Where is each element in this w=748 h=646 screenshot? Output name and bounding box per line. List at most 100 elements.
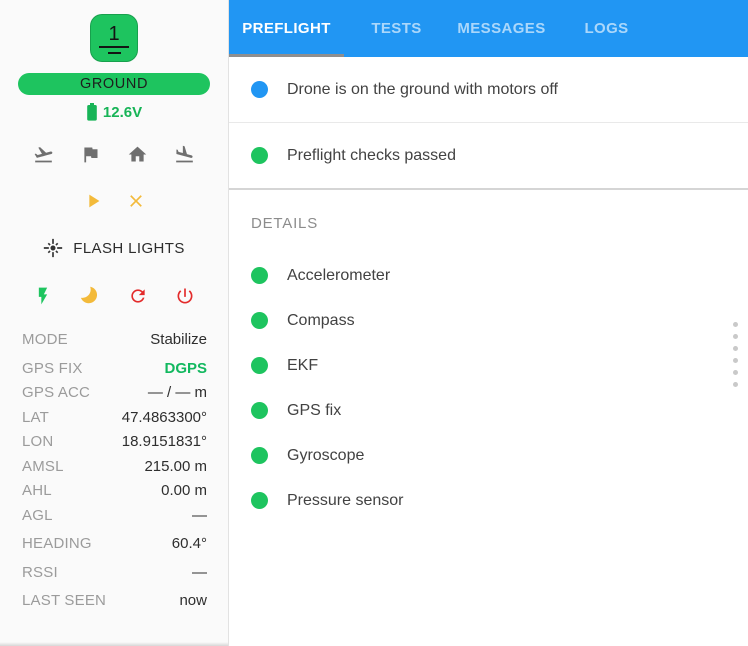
telemetry-table: MODE Stabilize GPS FIX DGPS GPS ACC — / … xyxy=(0,328,228,614)
home-icon xyxy=(128,146,147,162)
details-list: Accelerometer Compass EKF GPS fix Gyrosc… xyxy=(229,253,748,523)
check-dot-green xyxy=(251,357,268,374)
power-icon xyxy=(177,288,193,304)
flash-lights-button[interactable]: FLASH LIGHTS xyxy=(43,238,185,258)
status-badge[interactable]: GROUND xyxy=(18,73,210,95)
telemetry-value: 0.00 m xyxy=(161,482,207,499)
battery-icon xyxy=(87,103,97,121)
status-summary: Drone is on the ground with motors off P… xyxy=(229,57,748,190)
flight-takeoff-icon xyxy=(34,147,53,163)
status-dot-blue xyxy=(251,81,268,98)
status-dot-green xyxy=(251,147,268,164)
lightning-icon xyxy=(38,287,48,305)
detail-label: Pressure sensor xyxy=(287,491,404,509)
telemetry-value: Stabilize xyxy=(150,331,207,348)
detail-item-ekf[interactable]: EKF xyxy=(229,343,748,388)
telemetry-row-gps-fix: GPS FIX DGPS xyxy=(22,357,207,382)
detail-item-accelerometer[interactable]: Accelerometer xyxy=(229,253,748,298)
telemetry-label: RSSI xyxy=(22,563,58,581)
cancel-icon xyxy=(130,195,142,207)
detail-item-gyroscope[interactable]: Gyroscope xyxy=(229,433,748,478)
telemetry-label: AMSL xyxy=(22,457,64,475)
scroll-dot xyxy=(733,346,738,351)
flash-button[interactable] xyxy=(33,286,53,306)
check-dot-green xyxy=(251,402,268,419)
drone-sidebar: 1 GROUND 12.6V FLASH LIGHTS MODE Stabili… xyxy=(0,0,229,646)
check-dot-green xyxy=(251,312,268,329)
telemetry-label: MODE xyxy=(22,331,68,348)
moon-icon xyxy=(81,286,98,304)
detail-item-pressure-sensor[interactable]: Pressure sensor xyxy=(229,478,748,523)
detail-label: EKF xyxy=(287,356,319,374)
status-row-motors[interactable]: Drone is on the ground with motors off xyxy=(229,57,748,123)
refresh-icon xyxy=(130,289,145,303)
tab-logs[interactable]: LOGS xyxy=(554,0,659,57)
telemetry-label: LAT xyxy=(22,408,49,426)
telemetry-label: LON xyxy=(22,433,54,450)
takeoff-button[interactable] xyxy=(33,144,54,165)
detail-item-gps-fix[interactable]: GPS fix xyxy=(229,388,748,433)
telemetry-row-agl: AGL — xyxy=(22,504,207,529)
telemetry-value: — xyxy=(192,563,207,581)
telemetry-value: DGPS xyxy=(164,359,207,377)
telemetry-label: LAST SEEN xyxy=(22,592,107,609)
tab-preflight[interactable]: PREFLIGHT xyxy=(229,0,344,57)
detail-label: Accelerometer xyxy=(287,266,391,284)
telemetry-row-amsl: AMSL 215.00 m xyxy=(22,455,207,480)
telemetry-value: — / — m xyxy=(147,384,207,401)
status-row-preflight[interactable]: Preflight checks passed xyxy=(229,123,748,190)
detail-label: Gyroscope xyxy=(287,446,365,464)
return-home-button[interactable] xyxy=(127,144,148,165)
status-text: Preflight checks passed xyxy=(287,146,456,164)
telemetry-row-ahl: AHL 0.00 m xyxy=(22,479,207,504)
telemetry-row-lat: LAT 47.4863300° xyxy=(22,406,207,431)
telemetry-label: HEADING xyxy=(22,535,92,552)
sleep-button[interactable] xyxy=(80,286,100,306)
play-icon xyxy=(89,194,100,208)
land-button[interactable] xyxy=(174,144,195,165)
mission-control-row xyxy=(0,190,228,212)
telemetry-label: AHL xyxy=(22,482,52,499)
scroll-dot xyxy=(733,370,738,375)
drone-id: 1 xyxy=(99,23,129,48)
tab-tests[interactable]: TESTS xyxy=(344,0,449,57)
detail-item-compass[interactable]: Compass xyxy=(229,298,748,343)
telemetry-row-last-seen: LAST SEEN now xyxy=(22,589,207,614)
app-root: 1 GROUND 12.6V FLASH LIGHTS MODE Stabili… xyxy=(0,0,748,646)
scroll-dot xyxy=(733,382,738,387)
telemetry-label: GPS FIX xyxy=(22,359,83,377)
flash-lights-label: FLASH LIGHTS xyxy=(73,239,185,257)
cancel-button[interactable] xyxy=(126,190,146,212)
scroll-indicator[interactable] xyxy=(733,322,738,387)
scroll-dot xyxy=(733,358,738,363)
drone-progress-dash xyxy=(107,51,121,54)
telemetry-row-rssi: RSSI — xyxy=(22,561,207,586)
tab-messages[interactable]: MESSAGES xyxy=(449,0,554,57)
telemetry-value: 215.00 m xyxy=(144,457,207,475)
telemetry-value: 47.4863300° xyxy=(121,408,207,426)
telemetry-row-lon: LON 18.9151831° xyxy=(22,430,207,455)
telemetry-value: — xyxy=(192,506,207,524)
telemetry-value: 60.4° xyxy=(171,535,207,552)
reboot-button[interactable] xyxy=(128,286,148,306)
battery-voltage: 12.6V xyxy=(102,103,143,121)
status-text: Drone is on the ground with motors off xyxy=(287,80,558,98)
shutdown-button[interactable] xyxy=(175,286,195,306)
start-button[interactable] xyxy=(82,190,104,212)
telemetry-row-gps-acc: GPS ACC — / — m xyxy=(22,381,207,406)
detail-label: Compass xyxy=(287,311,355,329)
telemetry-label: AGL xyxy=(22,506,53,524)
telemetry-row-mode: MODE Stabilize xyxy=(22,328,207,353)
drone-avatar[interactable]: 1 xyxy=(90,14,138,62)
power-action-row xyxy=(0,286,228,306)
scroll-dot xyxy=(733,322,738,327)
telemetry-value: 18.9151831° xyxy=(121,433,207,450)
details-heading: DETAILS xyxy=(251,215,319,232)
battery-status: 12.6V xyxy=(86,103,142,121)
telemetry-value: now xyxy=(179,592,207,609)
flag-icon xyxy=(84,147,98,163)
detail-label: GPS fix xyxy=(287,401,342,419)
brightness-icon xyxy=(44,238,63,258)
telemetry-row-heading: HEADING 60.4° xyxy=(22,532,207,557)
mission-flag-button[interactable] xyxy=(80,144,101,165)
